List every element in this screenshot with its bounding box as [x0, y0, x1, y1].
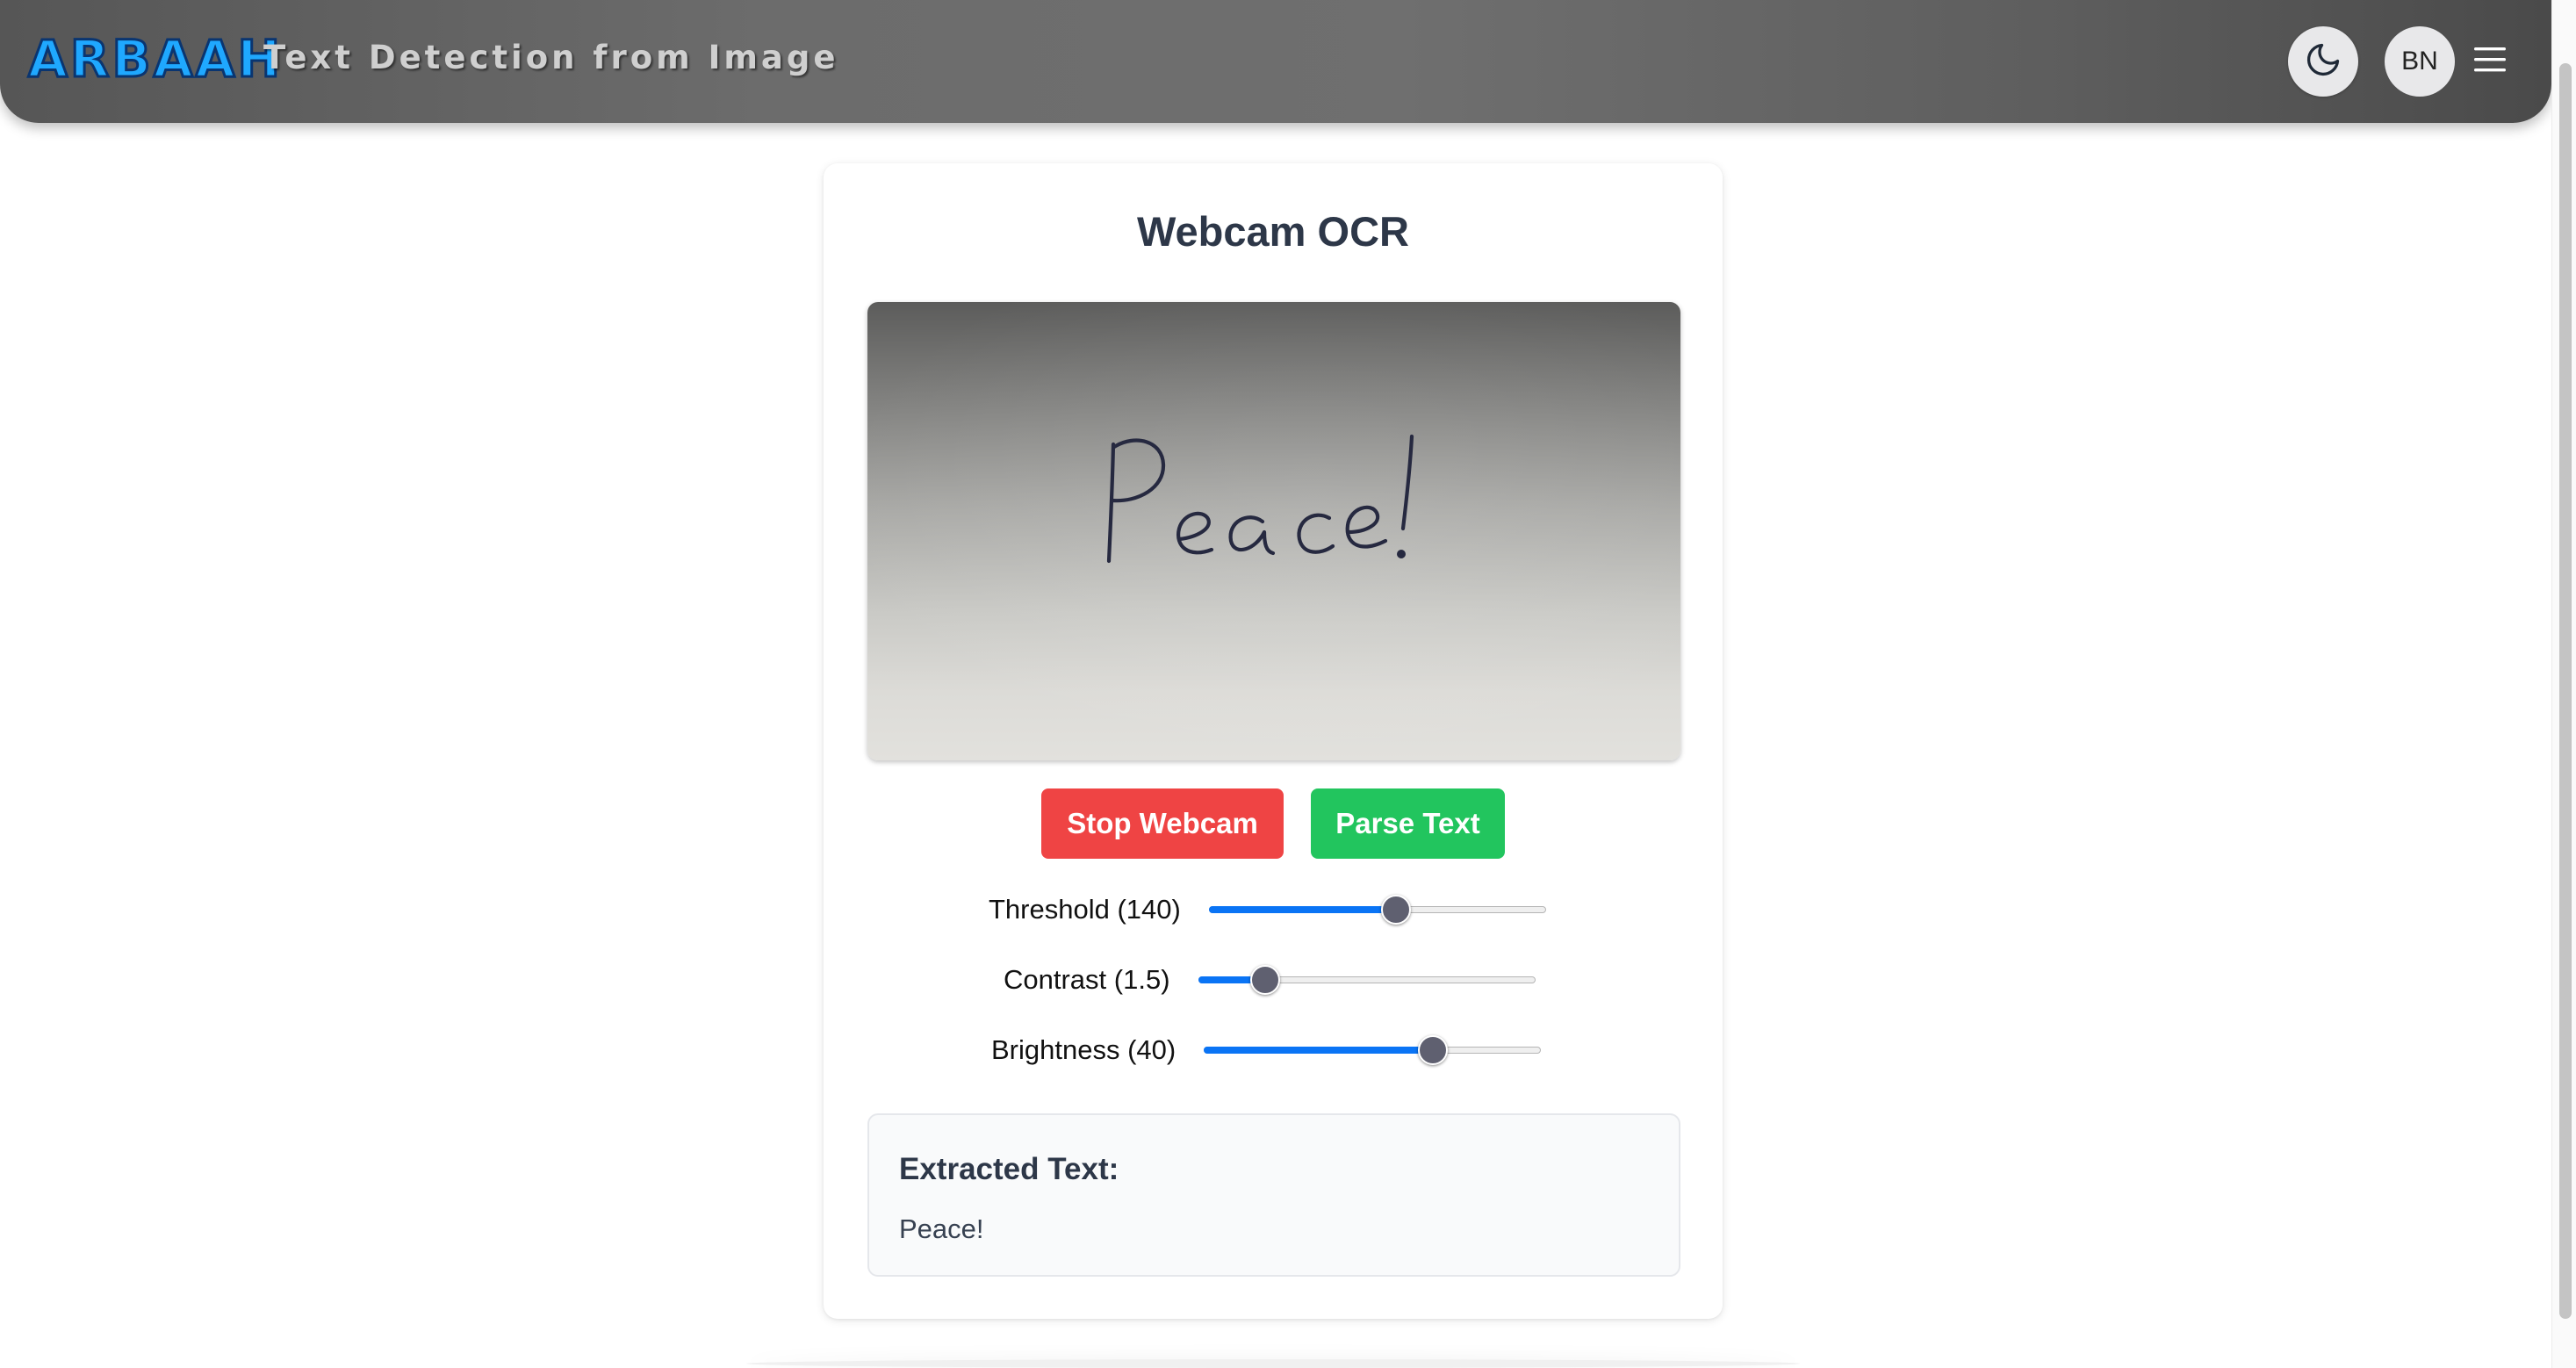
app-viewport: ARBAAH Text Detection from Image BN Webc…	[0, 0, 2576, 1368]
webcam-ocr-card: Webcam OCR Stop Webcam Parse Text Thresh…	[824, 163, 1723, 1319]
contrast-slider[interactable]	[1198, 958, 1536, 1002]
moon-icon	[2304, 40, 2342, 83]
handwritten-peace-image	[867, 302, 1680, 760]
user-avatar[interactable]: BN	[2385, 26, 2455, 97]
extracted-text-heading: Extracted Text:	[899, 1152, 1119, 1186]
slider-fill	[1208, 906, 1396, 913]
extracted-text-value[interactable]: Peace!	[899, 1213, 984, 1245]
card-title: Webcam OCR	[1137, 208, 1409, 255]
hamburger-menu-icon	[2472, 45, 2508, 79]
slider-thumb[interactable]	[1250, 965, 1281, 995]
scrollbar-thumb[interactable]	[2559, 63, 2572, 1319]
page-scrollbar[interactable]	[2551, 0, 2576, 1368]
slider-thumb[interactable]	[1418, 1035, 1449, 1065]
stop-webcam-button[interactable]: Stop Webcam	[1041, 788, 1284, 859]
theme-toggle-button[interactable]	[2288, 26, 2358, 97]
brightness-label: Brightness (40)	[991, 1034, 1176, 1065]
threshold-label: Threshold (140)	[989, 894, 1181, 925]
threshold-control: Threshold (140)	[989, 888, 1546, 932]
threshold-slider[interactable]	[1208, 888, 1546, 932]
contrast-label: Contrast (1.5)	[1004, 964, 1170, 995]
brightness-control: Brightness (40)	[991, 1028, 1542, 1072]
hamburger-menu-button[interactable]	[2469, 40, 2511, 83]
app-title: Text Detection from Image	[263, 39, 839, 76]
arbaah-logo[interactable]: ARBAAH	[26, 28, 284, 90]
slider-thumb[interactable]	[1380, 895, 1411, 925]
footer-shadow	[746, 1359, 1800, 1368]
brightness-slider[interactable]	[1204, 1028, 1542, 1072]
logo-wordmark: ARBAAH	[26, 29, 284, 89]
contrast-control: Contrast (1.5)	[1004, 958, 1536, 1002]
webcam-preview	[867, 302, 1680, 760]
slider-fill	[1204, 1047, 1434, 1054]
parse-text-button[interactable]: Parse Text	[1311, 788, 1505, 859]
extracted-text-panel: Extracted Text: Peace!	[867, 1113, 1680, 1277]
top-navbar: ARBAAH Text Detection from Image BN	[0, 0, 2551, 123]
